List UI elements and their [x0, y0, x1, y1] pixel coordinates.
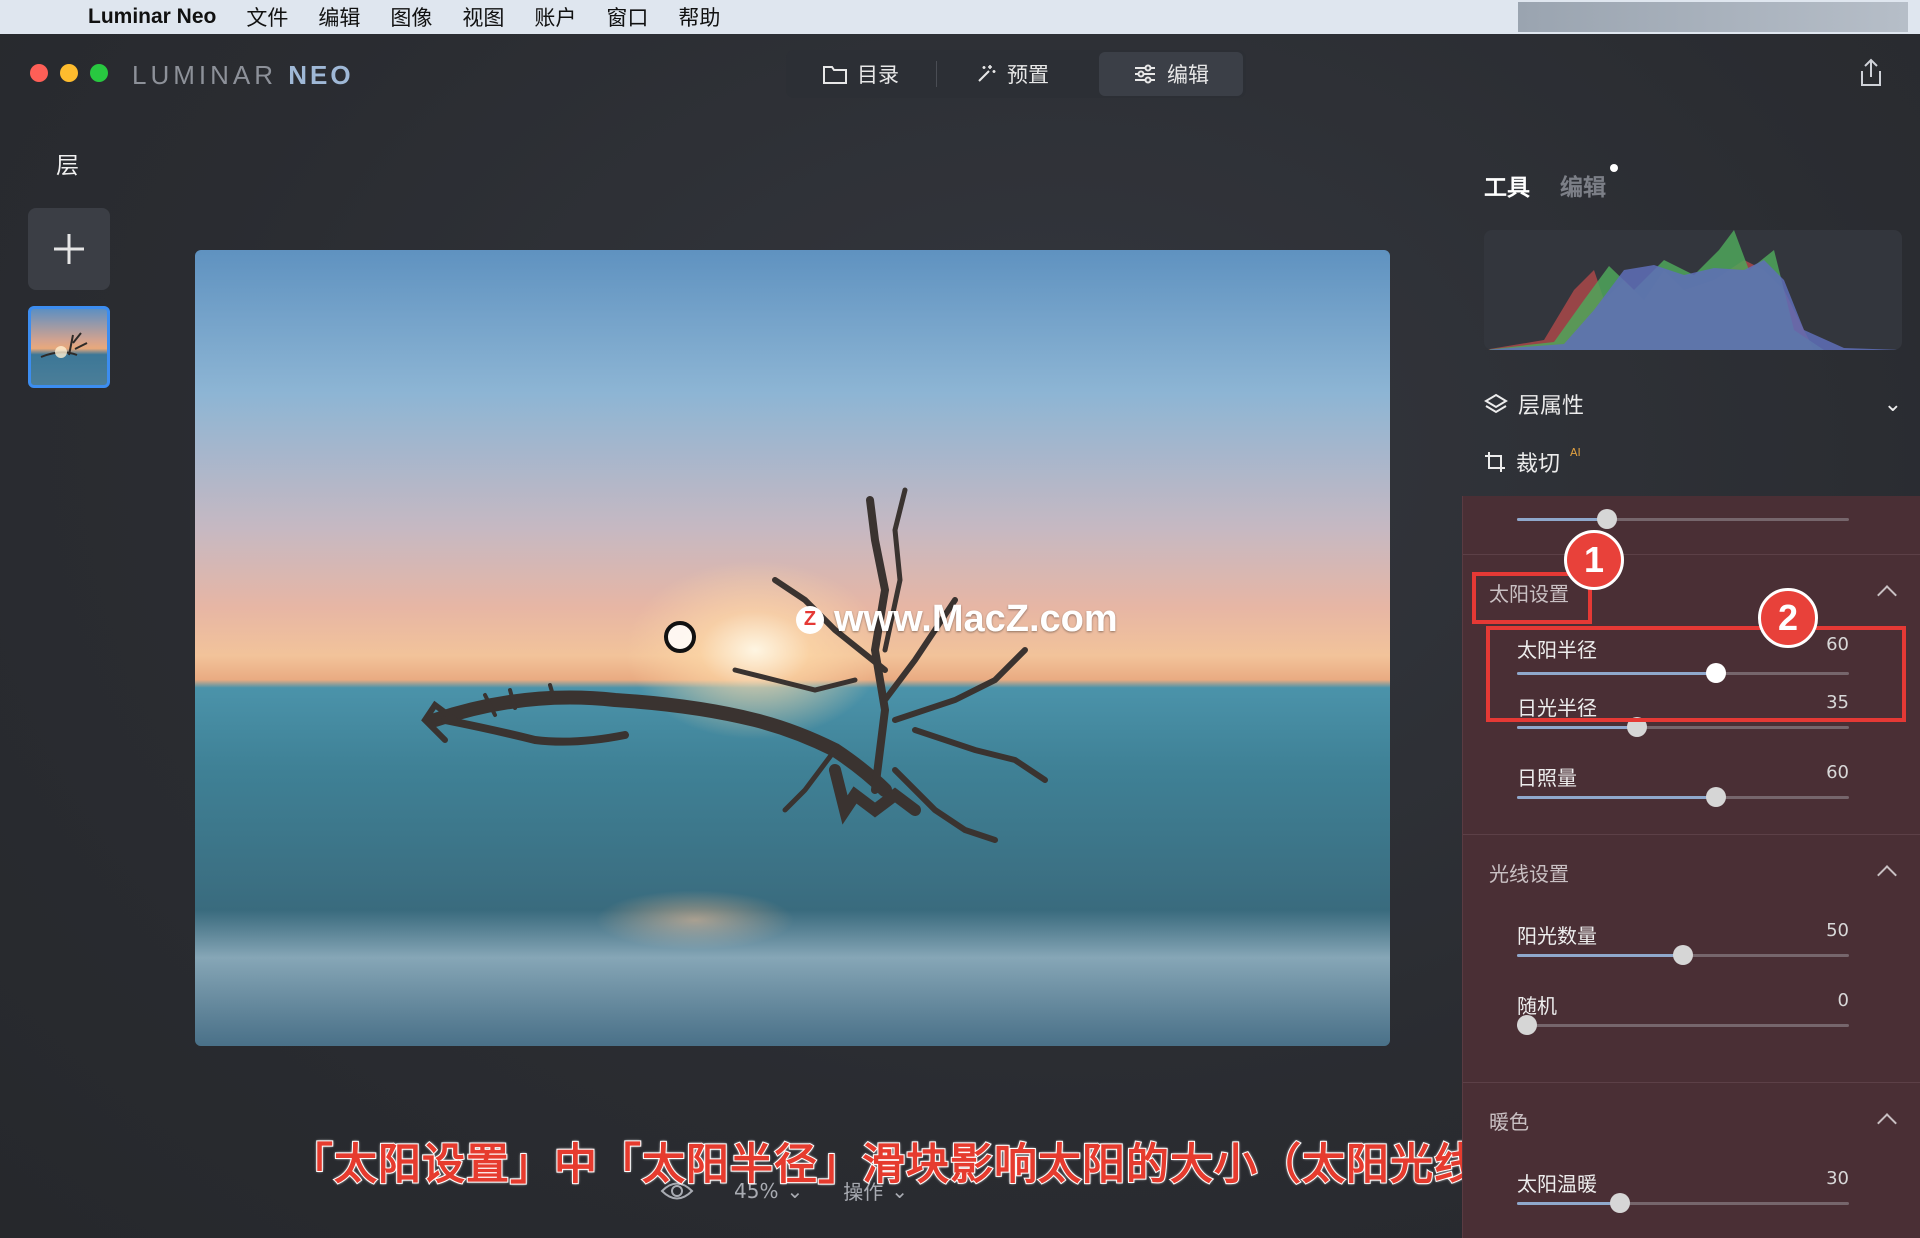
- tab-edits[interactable]: 编辑: [1560, 164, 1618, 202]
- slider-track: [1517, 945, 1849, 965]
- macos-menu-bar: Luminar Neo 文件 编辑 图像 视图 账户 窗口 帮助: [0, 0, 1920, 34]
- slider-track: [1517, 787, 1849, 807]
- slider-knob[interactable]: [1706, 787, 1727, 807]
- menubar-status-area: [1518, 2, 1908, 32]
- layer-properties-label: 层属性: [1518, 394, 1585, 419]
- chevron-up-icon[interactable]: [1877, 1113, 1897, 1133]
- layer-properties-section[interactable]: 层属性 ⌄: [1484, 388, 1902, 420]
- edits-indicator-dot: [1610, 164, 1618, 172]
- tab-presets-label: 预置: [1007, 63, 1049, 87]
- slider-fill: [1517, 726, 1637, 729]
- slider-sun-amount[interactable]: 日照量 60: [1517, 762, 1849, 807]
- group-warmth[interactable]: 暖色: [1489, 1106, 1529, 1135]
- slider-value: 50: [1826, 920, 1849, 941]
- slider-fill: [1517, 1202, 1620, 1205]
- minimize-window-button[interactable]: [60, 64, 78, 82]
- tab-tools[interactable]: 工具: [1484, 168, 1530, 202]
- watermark: Z www.MacZ.com: [796, 598, 1118, 641]
- watermark-badge: Z: [796, 605, 824, 634]
- driftwood-thumbnail-graphic: [40, 332, 88, 358]
- wave-foam: [195, 910, 1390, 1046]
- right-panel: 工具 编辑 层属性 ⌄ 裁切 AI 太阳设置 太阳半径 60 日光半径 35 日…: [1462, 104, 1920, 1238]
- chevron-up-icon[interactable]: [1877, 865, 1897, 885]
- menu-image[interactable]: 图像: [390, 2, 432, 32]
- layers-title: 层: [56, 153, 79, 179]
- mode-tabs: 目录 预置 编辑: [786, 50, 1246, 98]
- crop-icon: [1485, 452, 1505, 472]
- slider-track: [1517, 509, 1849, 529]
- right-panel-tabs: 工具 编辑: [1484, 164, 1618, 202]
- slider-label: 日照量: [1517, 766, 1577, 790]
- slider-knob[interactable]: [1516, 1015, 1537, 1035]
- window-controls: [30, 64, 108, 82]
- chevron-up-icon[interactable]: [1877, 585, 1897, 605]
- photo-canvas[interactable]: [195, 250, 1390, 1046]
- step-badge-2: 2: [1758, 588, 1818, 648]
- title-bar: LUMINAR NEO 目录 预置 编辑: [0, 34, 1920, 104]
- menu-help[interactable]: 帮助: [678, 2, 720, 32]
- histogram-graphic: [1484, 230, 1902, 350]
- share-icon[interactable]: [1858, 58, 1884, 88]
- add-layer-button[interactable]: [28, 208, 110, 290]
- sun-position-handle[interactable]: [664, 621, 696, 653]
- slider-knob[interactable]: [1673, 945, 1693, 965]
- tab-edit-label: 编辑: [1167, 63, 1209, 87]
- plus-icon: [54, 234, 84, 264]
- crop-label: 裁切: [1516, 452, 1561, 477]
- highlight-sun-radius: [1486, 626, 1906, 722]
- slider-fill: [1517, 796, 1717, 799]
- layers-icon: [1484, 393, 1508, 414]
- group-divider: [1463, 554, 1920, 555]
- layer-thumbnail[interactable]: [28, 306, 110, 388]
- slider-number-of-rays[interactable]: 阳光数量 50: [1517, 920, 1849, 965]
- slider-value: 30: [1826, 1168, 1849, 1189]
- slider-value: 60: [1826, 762, 1849, 783]
- tab-presets[interactable]: 预置: [937, 52, 1087, 96]
- menu-edit[interactable]: 编辑: [318, 2, 360, 32]
- slider-fill: [1517, 954, 1683, 957]
- slider-track: [1517, 717, 1849, 737]
- close-window-button[interactable]: [30, 64, 48, 82]
- logo-neo-text: NEO: [288, 60, 354, 90]
- slider-randomize[interactable]: 随机 0: [1516, 990, 1849, 1035]
- app-window: LUMINAR NEO 目录 预置 编辑 层 Z www.MacZ.com 45…: [0, 34, 1920, 1238]
- zoom-window-button[interactable]: [90, 64, 108, 82]
- crop-section[interactable]: 裁切 AI: [1484, 446, 1581, 478]
- slider-knob[interactable]: [1609, 1193, 1630, 1213]
- tab-edits-label: 编辑: [1560, 175, 1606, 201]
- tab-catalog-label: 目录: [857, 63, 899, 87]
- group-ray-settings[interactable]: 光线设置: [1489, 858, 1569, 887]
- app-logo: LUMINAR NEO: [132, 60, 354, 91]
- slider-label: 太阳温暖: [1517, 1172, 1597, 1196]
- sliders-icon: [1135, 64, 1155, 84]
- menu-view[interactable]: 视图: [462, 2, 504, 32]
- menu-file[interactable]: 文件: [246, 2, 288, 32]
- slider-fill: [1517, 518, 1607, 521]
- tab-edit[interactable]: 编辑: [1099, 52, 1243, 96]
- slider-track: [1517, 1193, 1849, 1213]
- menu-window[interactable]: 窗口: [606, 2, 648, 32]
- menu-app-name[interactable]: Luminar Neo: [88, 5, 216, 29]
- ai-badge: AI: [1570, 446, 1581, 459]
- slider-label: 随机: [1517, 994, 1557, 1018]
- menu-account[interactable]: 账户: [534, 2, 576, 32]
- histogram: [1484, 230, 1902, 350]
- step-badge-1: 1: [1564, 530, 1624, 590]
- slider-sun-warmth[interactable]: 太阳温暖 30: [1517, 1168, 1849, 1213]
- group-divider: [1463, 834, 1920, 835]
- slider-value: 0: [1837, 990, 1849, 1011]
- magic-wand-icon: [978, 65, 996, 82]
- watermark-text: www.MacZ.com: [834, 598, 1118, 640]
- group-divider: [1463, 1082, 1920, 1083]
- tab-catalog[interactable]: 目录: [786, 52, 936, 96]
- slider-knob[interactable]: [1596, 509, 1617, 529]
- folder-icon: [823, 66, 847, 84]
- tutorial-caption: 「太阳设置」中「太阳半径」滑块影响太阳的大小（太阳光线的原点）: [289, 1139, 1654, 1191]
- slider-label: 阳光数量: [1517, 924, 1597, 948]
- logo-main-text: LUMINAR: [132, 60, 278, 90]
- slider-track: [1516, 1015, 1849, 1035]
- chevron-down-icon: ⌄: [1883, 391, 1902, 417]
